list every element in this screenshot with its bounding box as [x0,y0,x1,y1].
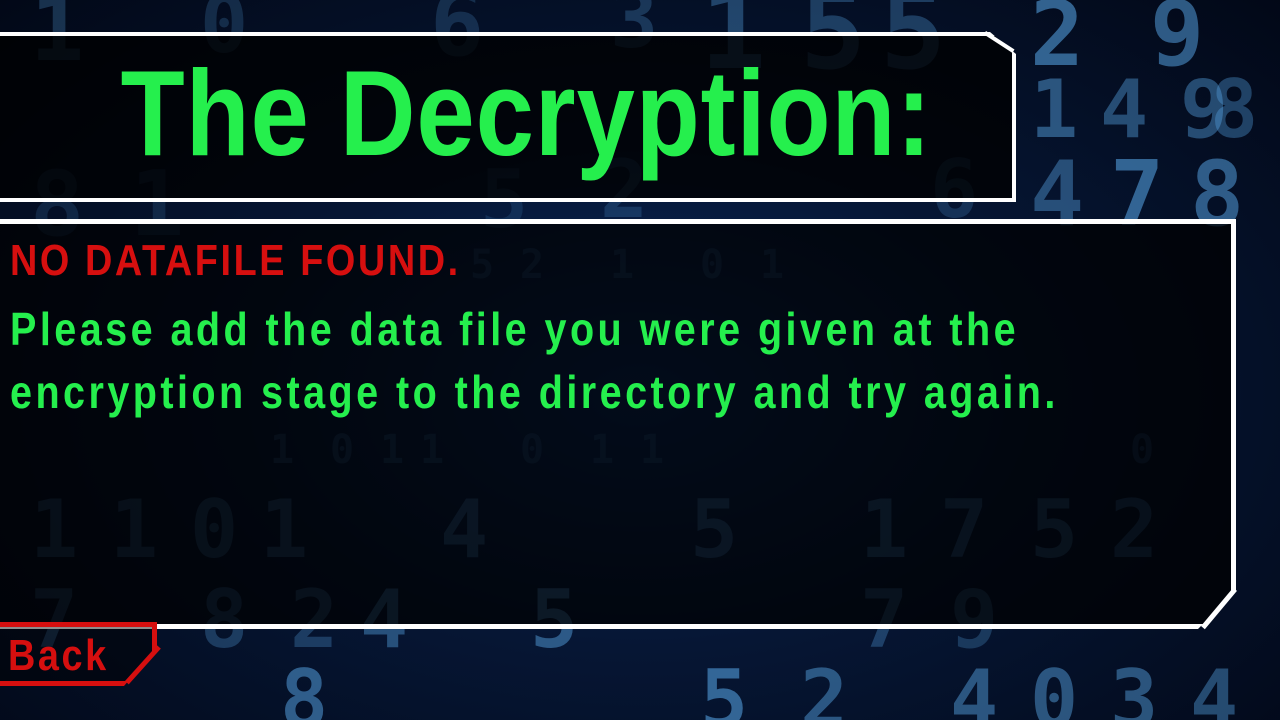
background-digit: 8 [1210,63,1259,156]
background-digit: 8 [280,653,329,720]
background-digit: 4 [1190,653,1239,720]
background-digit: 3 [1110,653,1159,720]
background-digit: 4 [950,653,999,720]
background-digit: 4 [1100,63,1149,156]
instruction-text: Please add the data file you were given … [10,303,1059,418]
back-button-label[interactable]: Back [8,628,109,684]
page-title: The Decryption: [120,45,933,181]
background-digit: 0 [1030,653,1079,720]
background-digit: 2 [800,653,849,720]
background-digit: 1 [1030,63,1079,156]
background-digit: 5 [700,653,749,720]
error-message: NO DATAFILE FOUND. [10,236,461,285]
